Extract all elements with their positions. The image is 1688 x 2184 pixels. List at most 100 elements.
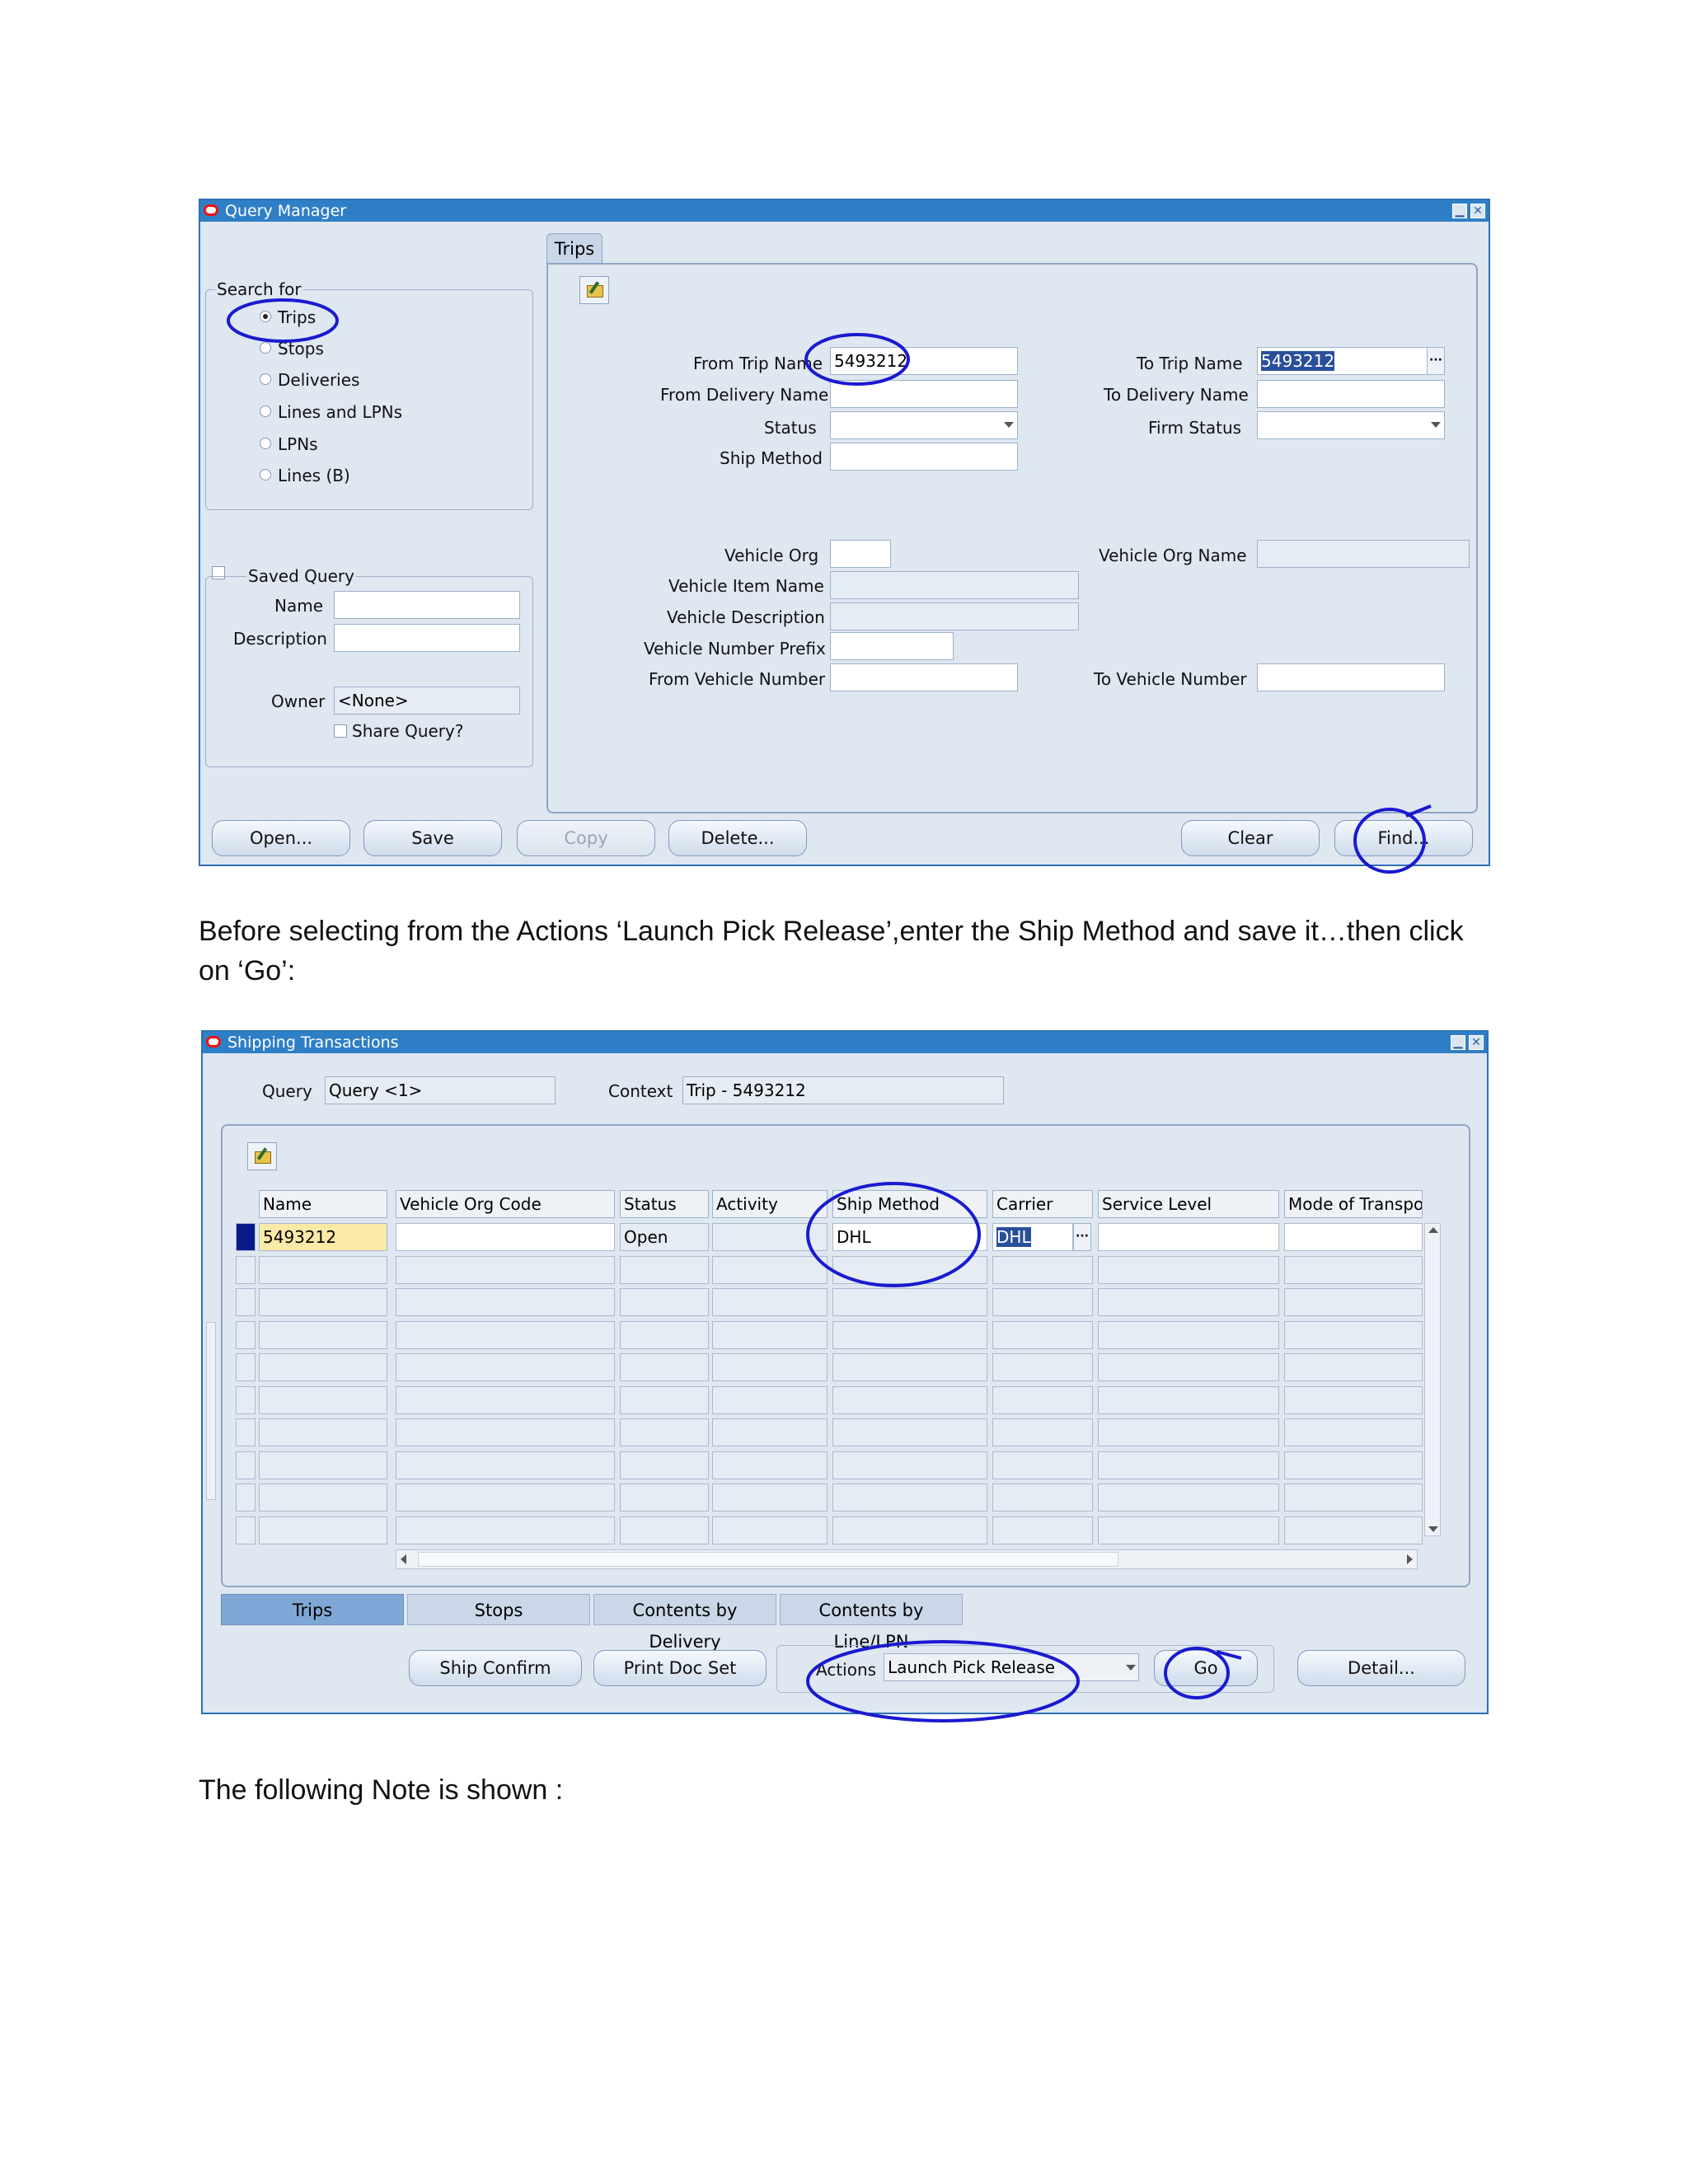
table-cell[interactable] — [396, 1320, 615, 1349]
tab-stops[interactable]: Stops — [407, 1594, 590, 1625]
scroll-right-icon[interactable] — [1407, 1554, 1413, 1564]
folder-edit-icon[interactable] — [247, 1142, 277, 1170]
to-vehicle-number-field[interactable] — [1257, 663, 1445, 691]
table-cell[interactable] — [396, 1288, 615, 1316]
table-cell-carrier[interactable]: DHL — [992, 1223, 1073, 1251]
table-cell[interactable] — [396, 1483, 615, 1511]
open-button[interactable]: Open... — [212, 820, 350, 856]
to-delivery-name-field[interactable] — [1257, 380, 1445, 408]
table-cell[interactable] — [992, 1516, 1093, 1544]
table-cell[interactable] — [1284, 1451, 1423, 1479]
table-cell[interactable] — [832, 1320, 987, 1349]
lines-radio[interactable] — [260, 469, 271, 480]
horizontal-scrollbar[interactable] — [396, 1549, 1418, 1569]
table-cell-name[interactable]: 5493212 — [259, 1223, 387, 1251]
table-cell[interactable] — [620, 1320, 709, 1349]
table-cell[interactable] — [832, 1288, 987, 1316]
col-header-name[interactable]: Name — [259, 1190, 387, 1218]
firm-status-dropdown[interactable] — [1257, 411, 1445, 439]
table-cell[interactable] — [992, 1255, 1093, 1284]
table-cell[interactable] — [712, 1451, 828, 1479]
table-cell-vehicle-org-code[interactable] — [396, 1223, 615, 1251]
table-cell[interactable] — [712, 1385, 828, 1414]
status-dropdown[interactable] — [830, 411, 1018, 439]
table-cell[interactable] — [712, 1288, 828, 1316]
table-cell[interactable] — [1284, 1385, 1423, 1414]
row-indicator[interactable] — [236, 1451, 256, 1479]
delete-button[interactable]: Delete... — [668, 820, 807, 856]
table-cell-mode-of-transport[interactable] — [1284, 1223, 1423, 1251]
tab-trips[interactable]: Trips — [221, 1594, 404, 1625]
table-cell[interactable] — [712, 1483, 828, 1511]
table-cell[interactable] — [620, 1451, 709, 1479]
table-cell[interactable] — [620, 1418, 709, 1446]
folder-edit-icon[interactable] — [579, 276, 609, 304]
row-indicator[interactable] — [236, 1353, 256, 1381]
col-header-mode-of-transport[interactable]: Mode of Transpor — [1284, 1190, 1423, 1218]
clear-button[interactable]: Clear — [1181, 820, 1320, 856]
lov-ellipsis-icon[interactable]: ··· — [1073, 1223, 1091, 1251]
table-cell[interactable] — [832, 1385, 987, 1414]
row-indicator[interactable] — [236, 1320, 256, 1349]
table-cell[interactable] — [832, 1418, 987, 1446]
col-header-activity[interactable]: Activity — [712, 1190, 828, 1218]
tab-trips[interactable]: Trips — [546, 233, 603, 263]
scroll-thumb[interactable] — [418, 1552, 1118, 1567]
table-cell[interactable] — [396, 1353, 615, 1381]
table-cell[interactable] — [992, 1320, 1093, 1349]
table-cell[interactable] — [259, 1255, 387, 1284]
table-cell[interactable] — [1098, 1353, 1279, 1381]
lpns-radio[interactable] — [260, 438, 271, 449]
table-cell[interactable] — [620, 1255, 709, 1284]
table-cell[interactable] — [1098, 1483, 1279, 1511]
lines-and-lpns-radio[interactable] — [260, 405, 271, 417]
table-cell[interactable] — [1098, 1255, 1279, 1284]
table-cell[interactable] — [712, 1516, 828, 1544]
detail-button[interactable]: Detail... — [1297, 1650, 1465, 1686]
from-delivery-name-field[interactable] — [830, 380, 1018, 408]
stops-radio[interactable] — [260, 342, 271, 354]
table-cell[interactable] — [620, 1516, 709, 1544]
table-cell-activity[interactable] — [712, 1223, 828, 1251]
table-cell[interactable] — [620, 1288, 709, 1316]
close-icon[interactable]: ✕ — [1470, 204, 1485, 218]
table-cell[interactable] — [992, 1288, 1093, 1316]
table-cell[interactable] — [259, 1320, 387, 1349]
trips-radio[interactable] — [260, 311, 271, 322]
row-indicator[interactable] — [236, 1418, 256, 1446]
table-cell[interactable] — [992, 1353, 1093, 1381]
table-cell[interactable] — [1284, 1320, 1423, 1349]
table-cell[interactable] — [396, 1418, 615, 1446]
table-cell[interactable] — [1098, 1451, 1279, 1479]
saved-query-name-field[interactable] — [334, 591, 520, 619]
row-indicator[interactable] — [236, 1385, 256, 1414]
table-cell[interactable] — [1284, 1483, 1423, 1511]
table-cell[interactable] — [712, 1418, 828, 1446]
col-header-status[interactable]: Status — [620, 1190, 709, 1218]
table-cell[interactable] — [259, 1418, 387, 1446]
table-cell[interactable] — [832, 1483, 987, 1511]
chevron-down-icon[interactable] — [1126, 1665, 1136, 1671]
current-record-indicator[interactable] — [236, 1223, 256, 1251]
share-query-checkbox[interactable] — [334, 724, 347, 738]
find-button[interactable]: Find... — [1334, 820, 1473, 856]
scroll-down-icon[interactable] — [1428, 1526, 1438, 1532]
table-cell[interactable] — [1284, 1288, 1423, 1316]
row-indicator[interactable] — [236, 1516, 256, 1544]
table-cell[interactable] — [1284, 1353, 1423, 1381]
table-cell[interactable] — [259, 1385, 387, 1414]
table-cell[interactable] — [712, 1320, 828, 1349]
to-trip-name-field[interactable]: 5493212 — [1257, 347, 1428, 375]
row-indicator[interactable] — [236, 1255, 256, 1284]
save-button[interactable]: Save — [363, 820, 502, 856]
from-trip-name-field[interactable]: 5493212 — [830, 347, 1018, 375]
query-field[interactable]: Query <1> — [325, 1076, 556, 1104]
query-manager-titlebar[interactable]: Query Manager ▁ ✕ — [200, 200, 1489, 222]
close-icon[interactable]: ✕ — [1469, 1035, 1484, 1050]
table-cell[interactable] — [259, 1483, 387, 1511]
table-cell[interactable] — [259, 1288, 387, 1316]
deliveries-radio[interactable] — [260, 373, 271, 385]
table-cell[interactable] — [1098, 1288, 1279, 1316]
table-cell[interactable] — [832, 1353, 987, 1381]
tab-contents-by-delivery[interactable]: Contents by Delivery — [593, 1594, 776, 1652]
